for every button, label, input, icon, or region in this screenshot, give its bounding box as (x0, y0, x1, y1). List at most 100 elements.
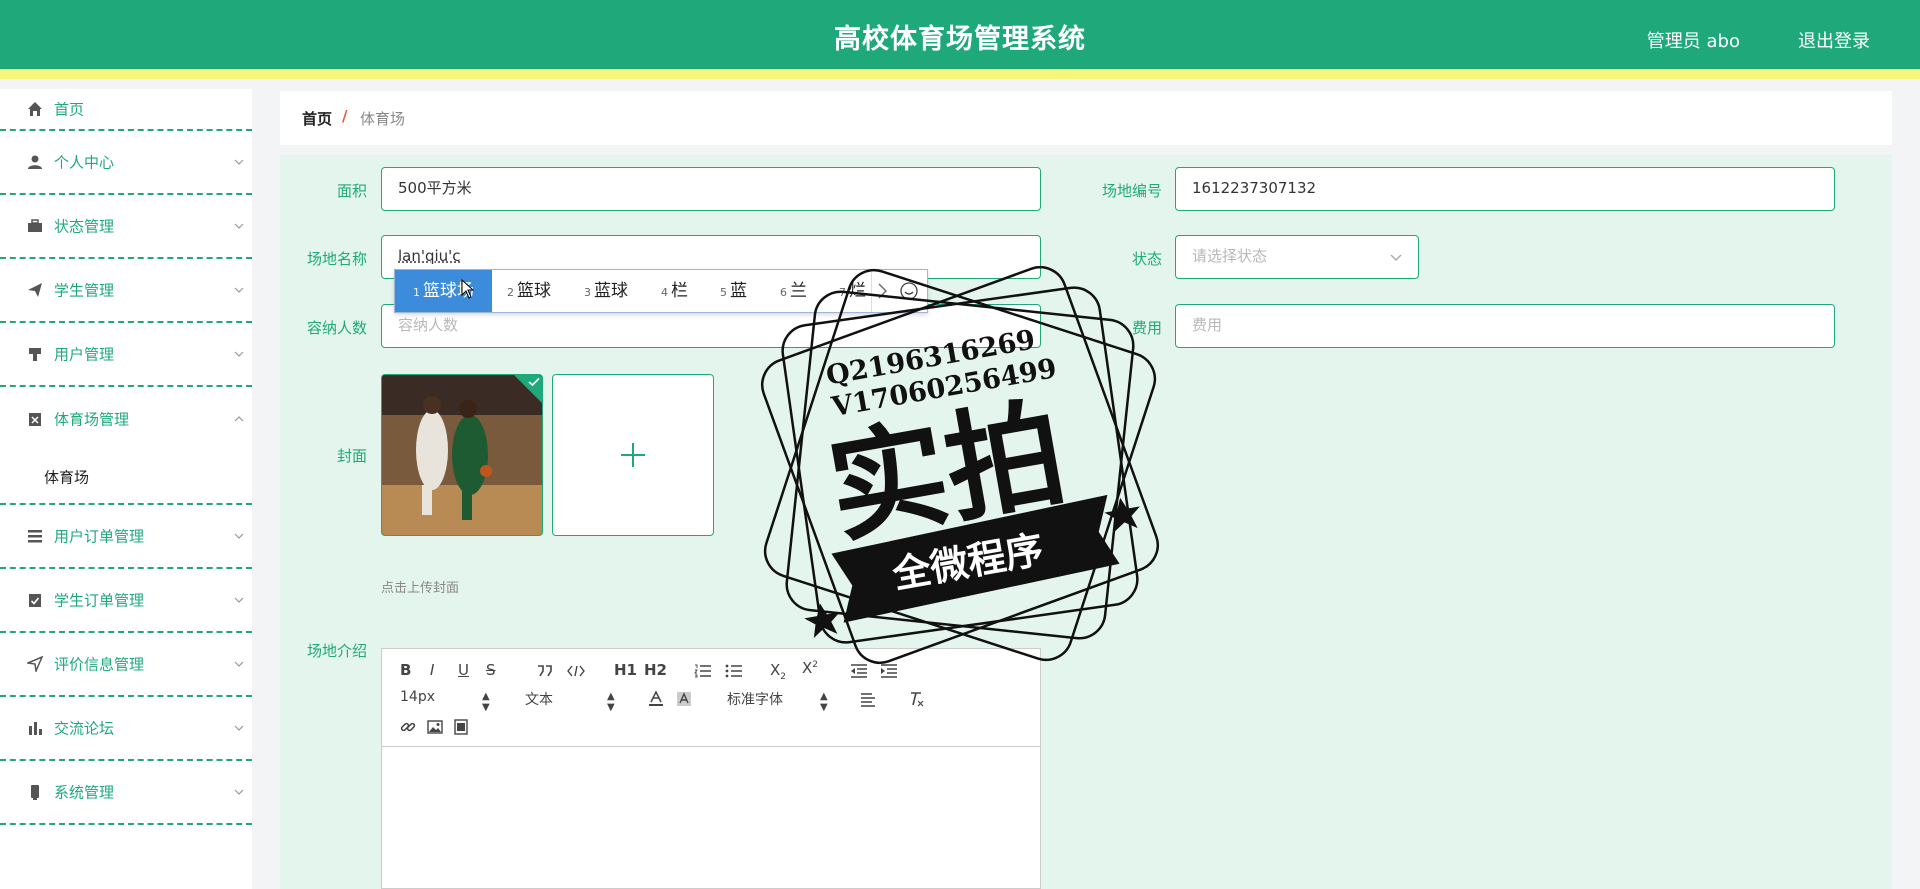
ime-candidate-number: 4 (661, 286, 668, 299)
chevron-down-icon (234, 661, 244, 667)
status-label: 状态 (1131, 250, 1162, 268)
chevron-down-icon (234, 533, 244, 539)
sidebar-subitem-label: 体育场 (44, 468, 90, 487)
logout-link[interactable]: 退出登录 (1798, 27, 1870, 53)
sidebar-item-label: 学生管理 (54, 281, 115, 300)
rich-text-editor: B I U S H1 H2 X2 X2 14px ▲ ▼ 文本 ▲ ▼ 标准字体 ▲… (381, 648, 1041, 889)
sidebar-item-status-management[interactable]: 状态管理 (0, 195, 252, 259)
sidebar-item-student-order-management[interactable]: 学生订单管理 (0, 569, 252, 633)
ime-candidate[interactable]: 1 篮球场 (395, 270, 492, 312)
sidebar-item-label: 评价信息管理 (54, 655, 145, 674)
bold-button[interactable]: B (400, 661, 411, 679)
status-select[interactable]: 请选择状态 (1175, 235, 1419, 279)
area-label: 面积 (336, 182, 367, 200)
ime-candidate-number: 5 (720, 286, 727, 299)
ime-candidate[interactable]: 4栏 (661, 270, 688, 312)
ime-next-page-button[interactable] (871, 270, 893, 312)
subscript-button[interactable]: X2 (770, 661, 786, 682)
home-icon (28, 102, 42, 116)
venue-code-label: 场地编号 (1101, 182, 1162, 200)
sidebar-item-student-management[interactable]: 学生管理 (0, 259, 252, 323)
ime-candidate[interactable]: 5蓝 (720, 270, 747, 312)
code-icon[interactable] (567, 665, 585, 677)
sidebar-item-stadium-management[interactable]: 体育场管理 (0, 387, 252, 451)
check-icon (528, 377, 540, 387)
ime-candidate-number: 1 (413, 286, 420, 299)
bullet-list-icon[interactable] (725, 664, 743, 678)
paper-plane-icon (28, 283, 42, 297)
sidebar-subitem-stadium[interactable]: 体育场 (0, 451, 252, 505)
blockquote-icon[interactable] (537, 665, 553, 677)
capacity-label: 容纳人数 (306, 319, 367, 337)
image-icon[interactable] (427, 719, 443, 735)
underline-button[interactable]: U (458, 661, 469, 679)
sidebar-item-label: 交流论坛 (54, 719, 115, 738)
sidebar-item-user-management[interactable]: 用户管理 (0, 323, 252, 387)
ime-candidate[interactable]: 7烂 (839, 270, 866, 312)
chevron-down-icon (234, 597, 244, 603)
italic-button[interactable]: I (430, 661, 434, 679)
sidebar: 首页 个人中心 状态管理 学生管理 用户管理 体育场管理 体育场 用户订单管理 … (0, 89, 252, 889)
breadcrumb-separator: / (342, 107, 348, 125)
ime-candidate-text: 篮球 (517, 281, 551, 301)
ime-candidate-number: 3 (584, 286, 591, 299)
mouse-cursor-icon (461, 279, 475, 299)
text-type-caret: ▲ ▼ (607, 691, 615, 713)
emoji-icon[interactable] (899, 281, 919, 301)
font-family-select[interactable]: 标准字体 (727, 689, 783, 709)
text-type-select[interactable]: 文本 (525, 689, 553, 709)
sidebar-item-label: 用户管理 (54, 345, 115, 364)
sidebar-item-home[interactable]: 首页 (0, 89, 252, 131)
sidebar-item-forum[interactable]: 交流论坛 (0, 697, 252, 761)
strike-button[interactable]: S (486, 661, 496, 679)
background-color-icon[interactable] (676, 691, 692, 707)
clear-format-icon[interactable] (908, 691, 924, 707)
font-color-icon[interactable] (648, 691, 664, 707)
chevron-down-icon (234, 159, 244, 165)
sidebar-item-label: 学生订单管理 (54, 591, 145, 610)
area-input[interactable]: 500平方米 (381, 167, 1041, 211)
sidebar-item-system-management[interactable]: 系统管理 (0, 761, 252, 825)
breadcrumb-current: 体育场 (360, 110, 406, 128)
sidebar-item-label: 用户订单管理 (54, 527, 145, 546)
fee-input[interactable]: 费用 (1175, 304, 1835, 348)
device-icon (31, 785, 39, 800)
ime-candidate-text: 蓝球 (594, 281, 628, 301)
font-size-select[interactable]: 14px (400, 689, 435, 705)
sidebar-item-label: 个人中心 (54, 153, 115, 172)
chevron-right-icon (878, 283, 887, 299)
align-icon[interactable] (860, 693, 876, 707)
ime-candidate[interactable]: 2 篮球 (507, 270, 551, 312)
video-icon[interactable] (453, 719, 469, 735)
outdent-icon[interactable] (850, 664, 868, 678)
chevron-down-icon (234, 351, 244, 357)
link-icon[interactable] (400, 719, 416, 735)
ime-candidate-number: 2 (507, 286, 514, 299)
sidebar-item-personal-center[interactable]: 个人中心 (0, 131, 252, 195)
chevron-down-icon (234, 789, 244, 795)
heading1-button[interactable]: H1 (614, 661, 637, 679)
app-title: 高校体育场管理系统 (834, 24, 1086, 55)
sidebar-item-user-order-management[interactable]: 用户订单管理 (0, 505, 252, 569)
sidebar-item-review-management[interactable]: 评价信息管理 (0, 633, 252, 697)
fee-label: 费用 (1131, 319, 1162, 337)
editor-toolbar: B I U S H1 H2 X2 X2 14px ▲ ▼ 文本 ▲ ▼ 标准字体 ▲… (382, 649, 1040, 747)
cover-upload-button[interactable] (552, 374, 714, 536)
ime-candidate-number: 6 (780, 286, 787, 299)
venue-code-input[interactable]: 1612237307132 (1175, 167, 1835, 211)
ordered-list-icon[interactable] (694, 664, 712, 678)
indent-icon[interactable] (880, 664, 898, 678)
ime-candidate[interactable]: 3 蓝球 (584, 270, 628, 312)
ime-candidate[interactable]: 6兰 (780, 270, 807, 312)
sidebar-item-label: 系统管理 (54, 783, 115, 802)
superscript-button[interactable]: X2 (802, 659, 818, 677)
chevron-up-icon (234, 416, 244, 422)
heading2-button[interactable]: H2 (644, 661, 667, 679)
user-icon (28, 155, 42, 169)
ime-candidate-text: 蓝 (730, 281, 747, 301)
cover-thumbnail[interactable] (381, 374, 543, 536)
ime-candidate-text: 兰 (790, 281, 807, 301)
bar-chart-icon (29, 722, 42, 735)
breadcrumb-home[interactable]: 首页 (302, 108, 332, 129)
clipboard-check-icon (29, 594, 41, 607)
